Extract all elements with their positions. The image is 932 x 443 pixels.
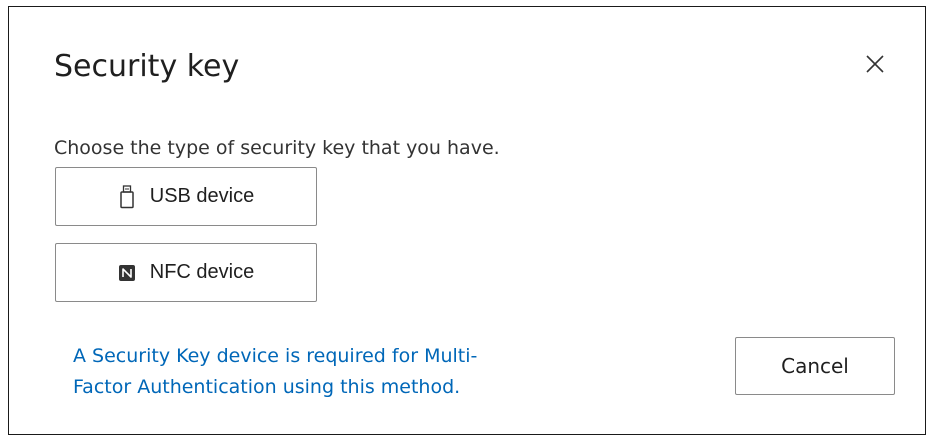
close-button[interactable] [860, 49, 890, 79]
cancel-button[interactable]: Cancel [735, 337, 895, 395]
usb-drive-icon [118, 184, 136, 209]
nfc-device-label: NFC device [149, 261, 255, 283]
usb-device-button[interactable]: USB device [55, 167, 317, 226]
dialog-prompt: Choose the type of security key that you… [54, 137, 500, 159]
usb-device-label: USB device [149, 185, 255, 207]
nfc-icon [118, 261, 136, 285]
dialog-title: Security key [54, 49, 240, 84]
nfc-device-button[interactable]: NFC device [55, 243, 317, 302]
security-key-dialog: Security key Choose the type of security… [8, 6, 926, 435]
info-text: A Security Key device is required for Mu… [73, 345, 478, 398]
close-icon [860, 49, 890, 79]
